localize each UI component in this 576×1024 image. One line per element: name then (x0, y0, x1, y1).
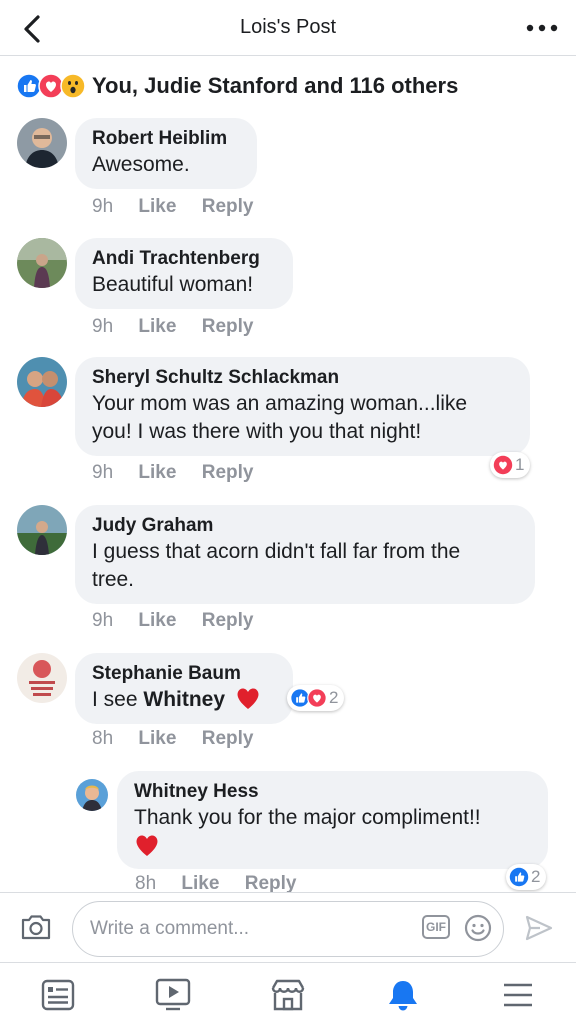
comment-author[interactable]: Whitney Hess (134, 780, 532, 804)
like-button[interactable]: Like (138, 196, 176, 217)
like-icon (509, 867, 529, 887)
avatar[interactable] (17, 118, 67, 168)
tab-marketplace[interactable] (268, 975, 308, 1015)
like-button[interactable]: Like (181, 873, 219, 894)
comment-time: 9h (92, 196, 114, 217)
love-icon (307, 688, 327, 708)
comment-actions: 9h Like Reply (92, 196, 273, 218)
reactions-summary-text: You, Judie Stanford and 116 others (92, 73, 459, 98)
comment-actions: 9h Like Reply (92, 610, 273, 632)
comment-author[interactable]: Judy Graham (92, 514, 519, 538)
news-feed-icon (41, 979, 75, 1011)
avatar[interactable] (17, 505, 67, 555)
mention-link[interactable]: Whitney (143, 688, 225, 711)
more-options-icon[interactable] (524, 18, 560, 38)
gif-button[interactable]: GIF (422, 915, 450, 939)
menu-icon (504, 983, 532, 1007)
comment-text-line: I guess that acorn didn't fall far from … (92, 540, 461, 563)
comment-bubble[interactable]: Judy Graham I guess that acorn didn't fa… (75, 505, 535, 604)
reaction-count: 2 (531, 867, 541, 886)
like-button[interactable]: Like (138, 728, 176, 749)
comment-text: I see Whitney (92, 686, 277, 714)
tab-news-feed[interactable] (38, 975, 78, 1015)
reply-button[interactable]: Reply (202, 728, 254, 749)
notifications-icon (389, 981, 417, 1011)
tab-watch[interactable] (153, 975, 193, 1015)
comment-actions: 9h Like Reply (92, 316, 273, 338)
reaction-count: 1 (515, 455, 525, 474)
red-heart-emoji (136, 835, 158, 856)
avatar[interactable] (17, 357, 67, 407)
comment-reactions-badge[interactable]: 2 (287, 685, 345, 711)
comment-composer: GIF (0, 892, 576, 964)
comment-time: 9h (92, 462, 114, 483)
comment-author[interactable]: Andi Trachtenberg (92, 247, 277, 271)
reply-button[interactable]: Reply (202, 610, 254, 631)
comment-author[interactable]: Robert Heiblim (92, 127, 241, 151)
like-button[interactable]: Like (138, 316, 176, 337)
comment-time: 8h (135, 873, 157, 894)
reply-button[interactable]: Reply (202, 196, 254, 217)
emoji-icon[interactable] (464, 914, 492, 942)
comment-bubble[interactable]: Whitney Hess Thank you for the major com… (117, 771, 548, 869)
send-icon[interactable] (524, 913, 554, 943)
watch-icon (155, 978, 191, 1011)
reactions-summary[interactable]: You, Judie Stanford and 116 others (16, 68, 458, 104)
reaction-icons (16, 73, 86, 99)
comment-reactions-badge[interactable]: 1 (490, 452, 531, 478)
reply-button[interactable]: Reply (245, 873, 297, 894)
wow-icon (60, 73, 86, 99)
reaction-count: 2 (329, 688, 339, 707)
comment-text-prefix: I see (92, 688, 138, 711)
comment-reactions-badge[interactable]: 2 (506, 864, 547, 890)
comment-author[interactable]: Stephanie Baum (92, 662, 277, 686)
comment-bubble[interactable]: Andi Trachtenberg Beautiful woman! (75, 238, 293, 309)
tab-notifications[interactable] (383, 975, 423, 1015)
comment-bubble[interactable]: Stephanie Baum I see Whitney (75, 653, 293, 724)
like-button[interactable]: Like (138, 462, 176, 483)
comment-actions: 9h Like Reply (92, 462, 273, 484)
top-bar: Lois's Post (0, 0, 576, 56)
comment-time: 9h (92, 610, 114, 631)
comment-actions: 8h Like Reply (92, 728, 273, 750)
avatar[interactable] (17, 238, 67, 288)
love-icon (493, 455, 513, 475)
reply-button[interactable]: Reply (202, 462, 254, 483)
comment-text: Awesome. (92, 153, 190, 176)
comment-time: 8h (92, 728, 114, 749)
marketplace-icon (271, 979, 305, 1011)
comment-author[interactable]: Sheryl Schultz Schlackman (92, 366, 514, 390)
bottom-tab-bar (0, 962, 576, 1024)
comment-bubble[interactable]: Robert Heiblim Awesome. (75, 118, 257, 189)
tab-menu[interactable] (498, 975, 538, 1015)
page-title: Lois's Post (239, 16, 337, 38)
comment-text: Beautiful woman! (92, 273, 254, 296)
red-heart-emoji (237, 688, 259, 709)
comment-text-line: you! I was there with you that night! (92, 420, 422, 443)
comment-text-line: tree. (92, 568, 135, 591)
avatar[interactable] (17, 653, 67, 703)
avatar[interactable] (76, 779, 108, 811)
comment-time: 9h (92, 316, 114, 337)
comment-bubble[interactable]: Sheryl Schultz Schlackman Your mom was a… (75, 357, 530, 456)
like-button[interactable]: Like (138, 610, 176, 631)
reply-button[interactable]: Reply (202, 316, 254, 337)
comment-text: Thank you for the major compliment!! (134, 806, 481, 829)
comment-text-line: Your mom was an amazing woman...like (92, 392, 468, 415)
camera-icon[interactable] (20, 913, 52, 941)
